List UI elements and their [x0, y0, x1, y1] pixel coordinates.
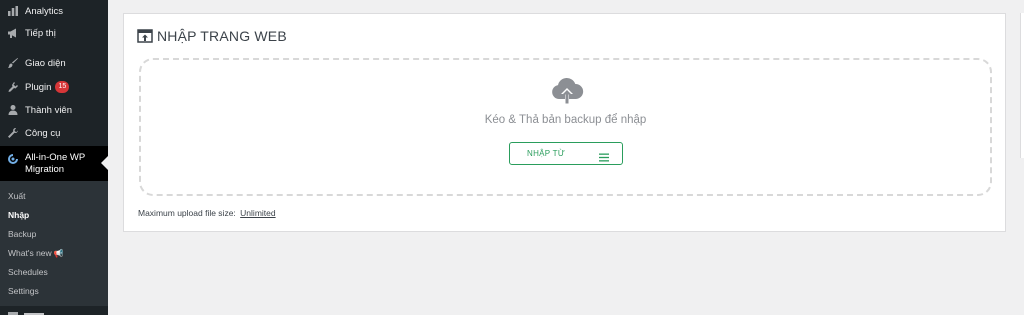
submenu-item-label: What's new: [8, 248, 52, 258]
submenu-item-schedules[interactable]: Schedules: [8, 264, 48, 280]
sidebar-item-analytics[interactable]: Analytics: [0, 0, 108, 22]
import-panel: NHẬP TRANG WEB Kéo & Thả bản backup để n…: [123, 13, 1006, 232]
update-count-badge: 15: [55, 81, 70, 93]
import-from-label: NHẬP TỪ: [527, 149, 565, 158]
megaphone-icon: [7, 27, 19, 39]
sidebar-item-cong-cu[interactable]: Công cụ: [0, 122, 108, 144]
import-from-button[interactable]: NHẬP TỪ: [509, 142, 623, 165]
sidebar-item-thanh-vien[interactable]: Thành viên: [0, 99, 108, 121]
max-upload-info: Maximum upload file size: Unlimited: [138, 208, 276, 218]
submenu-item-settings[interactable]: Settings: [8, 283, 39, 299]
sidebar-item-label: Analytics: [25, 5, 64, 17]
migration-icon: [7, 153, 19, 165]
sidebar-item-all-in-one-wp-migration[interactable]: All-in-One WP Migration: [0, 146, 108, 181]
user-icon: [7, 104, 19, 116]
page-title: NHẬP TRANG WEB: [137, 28, 287, 44]
page-title-text: NHẬP TRANG WEB: [157, 28, 287, 44]
megaphone-small-icon: 📢: [53, 249, 64, 258]
drop-instruction: Kéo & Thả bản backup để nhập: [484, 114, 647, 126]
sidebar-item-label: All-in-One WP Migration: [25, 152, 86, 175]
sidebar-item-giao-dien[interactable]: Giao diện: [0, 52, 108, 74]
submenu-item-whats-new[interactable]: What's new 📢: [8, 245, 64, 261]
drop-zone[interactable]: Kéo & Thả bản backup để nhập NHẬP TỪ: [139, 58, 992, 196]
submenu-item-nhap[interactable]: Nhập: [8, 207, 29, 223]
side-panel-edge: [1020, 13, 1024, 158]
sidebar-item-cut-off[interactable]: [0, 306, 108, 315]
sidebar-item-label: Công cụ: [25, 127, 61, 139]
sidebar-item-label: Tiếp thị: [25, 27, 56, 39]
submenu: Xuất Nhập Backup What's new 📢 Schedules S…: [0, 181, 108, 306]
sidebar-item-plugin[interactable]: Plugin 15: [0, 76, 108, 98]
sidebar-item-tiep-thi[interactable]: Tiếp thị: [0, 22, 108, 44]
submenu-item-backup[interactable]: Backup: [8, 226, 36, 242]
wrench-icon: [7, 127, 19, 139]
hamburger-icon: [599, 149, 609, 162]
submenu-item-xuat[interactable]: Xuất: [8, 188, 26, 204]
sidebar-item-label: Giao diện: [25, 57, 66, 69]
plugin-icon: [7, 81, 19, 93]
sidebar-item-label: Plugin: [25, 81, 52, 93]
max-upload-link[interactable]: Unlimited: [240, 208, 275, 218]
import-upload-icon: [137, 28, 153, 44]
chart-bar-icon: [7, 5, 19, 17]
cloud-upload-icon: [550, 75, 584, 107]
sidebar-item-label: Thành viên: [25, 104, 73, 116]
admin-sidebar: Analytics Tiếp thị Giao diện Plugin 15 T…: [0, 0, 108, 315]
brush-icon: [7, 57, 19, 69]
max-upload-label: Maximum upload file size:: [138, 208, 236, 218]
active-indicator: [101, 156, 108, 170]
